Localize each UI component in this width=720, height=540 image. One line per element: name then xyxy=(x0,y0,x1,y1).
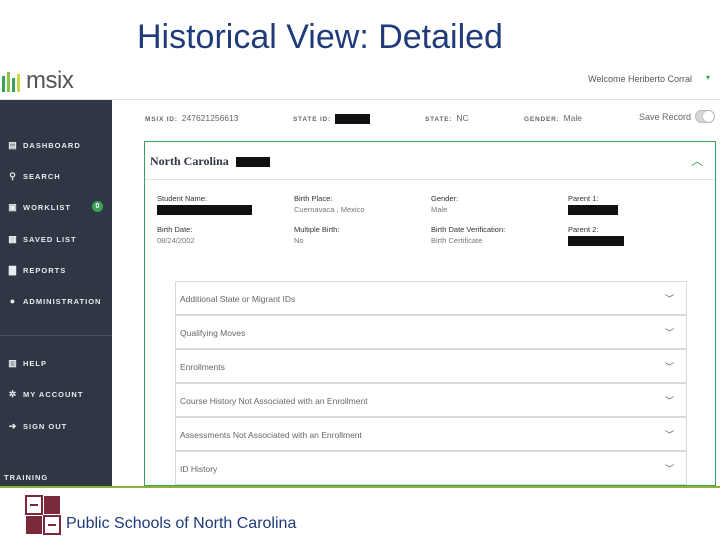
state-record-card: North Carolina ︿ Student Name: Birth Pla… xyxy=(144,141,716,486)
worklist-count-badge: 0 xyxy=(92,201,103,212)
gender: GENDER: Male xyxy=(524,113,583,123)
app-header: msix Welcome Heriberto Corral ▾ xyxy=(0,62,720,100)
logo-text: msix xyxy=(26,67,74,94)
sidebar-divider xyxy=(0,335,112,336)
redacted-parent-1 xyxy=(568,205,618,216)
birth-place-field: Birth Place: Cuernavaca , Mexico xyxy=(294,194,365,214)
sidebar-item-label: MY ACCOUNT xyxy=(23,389,84,399)
accordion-enrollments[interactable]: Enrollments ﹀ xyxy=(175,349,687,383)
sidebar-item-sign-out[interactable]: ➜ SIGN OUT xyxy=(0,418,112,434)
sidebar-item-saved-list[interactable]: ▦ SAVED LIST xyxy=(0,231,112,247)
accordion-course-history[interactable]: Course History Not Associated with an En… xyxy=(175,383,687,417)
welcome-user-menu[interactable]: Welcome Heriberto Corral xyxy=(588,74,692,84)
student-info-bar: MSIX ID: 247621256613 STATE ID: STATE: NC … xyxy=(112,100,720,138)
accordion-assessments[interactable]: Assessments Not Associated with an Enrol… xyxy=(175,417,687,451)
msix-logo[interactable]: msix xyxy=(2,67,74,95)
sidebar-item-label: HELP xyxy=(23,358,48,368)
save-record-toggle[interactable] xyxy=(695,110,715,123)
chevron-down-icon: ﹀ xyxy=(664,464,674,474)
sidebar-item-label: DASHBOARD xyxy=(23,140,81,150)
redacted-name xyxy=(235,157,270,168)
chevron-down-icon: ﹀ xyxy=(664,430,674,440)
search-icon: ⚲ xyxy=(9,170,17,181)
document-icon: ▇ xyxy=(9,264,17,275)
redacted-parent-2 xyxy=(568,236,624,247)
briefcase-icon: ▣ xyxy=(8,201,18,212)
sidebar-item-label: SEARCH xyxy=(23,171,61,181)
sidebar-item-dashboard[interactable]: ▤ DASHBOARD xyxy=(0,137,112,153)
caret-down-icon[interactable]: ▾ xyxy=(706,73,710,82)
sidebar-item-worklist[interactable]: ▣ WORKLIST 0 xyxy=(0,199,112,215)
chevron-down-icon: ﹀ xyxy=(664,328,674,338)
sidebar-item-label: ADMINISTRATION xyxy=(23,296,102,306)
chevron-down-icon: ﹀ xyxy=(664,396,674,406)
inbox-icon: ▦ xyxy=(8,233,18,244)
state: STATE: NC xyxy=(425,113,469,123)
sign-out-icon: ➜ xyxy=(8,420,18,431)
parent-1-field: Parent 1: xyxy=(568,194,618,216)
slide-title: Historical View: Detailed xyxy=(137,18,503,56)
state-id: STATE ID: xyxy=(293,113,371,124)
multiple-birth-field: Multiple Birth: No xyxy=(294,225,340,245)
toggle-knob xyxy=(703,111,714,122)
org-name: Public Schools of North Carolina xyxy=(66,515,297,532)
chevron-up-icon[interactable]: ︿ xyxy=(691,152,703,169)
student-name-field: Student Name: xyxy=(157,194,252,216)
book-icon: ▥ xyxy=(8,357,18,368)
sidebar-item-label: SAVED LIST xyxy=(23,234,77,244)
sidebar-item-label: SIGN OUT xyxy=(23,421,68,431)
sidebar: ▤ DASHBOARD ⚲ SEARCH ▣ WORKLIST 0 ▦ SAVE… xyxy=(0,100,112,486)
environment-label: TRAINING xyxy=(4,473,49,482)
card-title: North Carolina xyxy=(150,154,270,169)
sidebar-item-search[interactable]: ⚲ SEARCH xyxy=(0,168,112,184)
birth-date-field: Birth Date: 08/24/2002 xyxy=(157,225,195,245)
accordion-additional-ids[interactable]: Additional State or Migrant IDs ﹀ xyxy=(175,281,687,315)
user-icon: ● xyxy=(9,296,17,306)
msix-logo-icon xyxy=(2,72,20,92)
dashboard-icon: ▤ xyxy=(8,139,18,150)
sidebar-item-label: WORKLIST xyxy=(23,202,71,212)
sidebar-item-my-account[interactable]: ✲ MY ACCOUNT xyxy=(0,386,112,402)
accordion-qualifying-moves[interactable]: Qualifying Moves ﹀ xyxy=(175,315,687,349)
redacted-state-id xyxy=(335,113,371,124)
gear-icon: ✲ xyxy=(8,388,18,399)
chevron-down-icon: ﹀ xyxy=(664,294,674,304)
gender-field: Gender: Male xyxy=(431,194,459,214)
msix-id: MSIX ID: 247621256613 xyxy=(145,113,239,123)
redacted-student-name xyxy=(157,205,252,216)
accordion-id-history[interactable]: ID History ﹀ xyxy=(175,451,687,485)
footer-divider xyxy=(0,486,720,488)
nc-schools-logo-icon xyxy=(25,495,61,535)
parent-2-field: Parent 2: xyxy=(568,225,624,247)
birth-date-verification-field: Birth Date Verification: Birth Certifica… xyxy=(431,225,506,245)
sidebar-item-help[interactable]: ▥ HELP xyxy=(0,355,112,371)
sidebar-item-administration[interactable]: ● ADMINISTRATION xyxy=(0,293,112,309)
sidebar-item-label: REPORTS xyxy=(23,265,67,275)
chevron-down-icon: ﹀ xyxy=(664,362,674,372)
card-header[interactable]: North Carolina ︿ xyxy=(145,142,715,180)
sidebar-item-reports[interactable]: ▇ REPORTS xyxy=(0,262,112,278)
save-record-label: Save Record xyxy=(639,112,692,122)
